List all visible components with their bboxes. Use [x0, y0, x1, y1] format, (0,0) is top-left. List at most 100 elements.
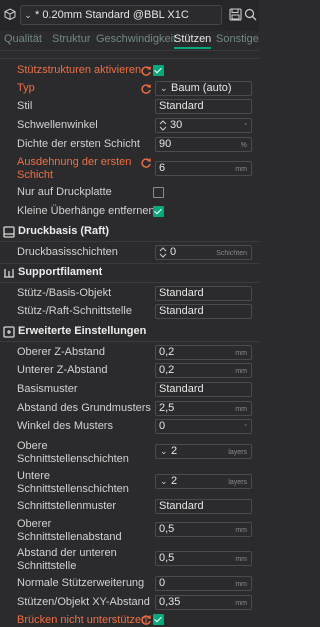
bottom-interface-spacing-input[interactable]: 0,5 mm: [155, 551, 252, 566]
top-interface-spacing-input[interactable]: 0,5 mm: [155, 522, 252, 537]
row-raft-interface: Stütz-/Raft-Schnittstelle Standard: [0, 304, 259, 319]
bottom-interface-layers-dropdown[interactable]: ⌄ 2 layers: [155, 474, 252, 489]
stepper-arrows-icon[interactable]: [159, 119, 167, 132]
first-layer-expansion-value: 6: [159, 162, 166, 174]
row-bottom-z: Unterer Z-Abstand 0,2 mm: [0, 363, 259, 378]
raft-layers-label: Druckbasisschichten: [17, 246, 118, 258]
top-z-unit: mm: [235, 350, 247, 357]
remove-small-checkbox[interactable]: [153, 206, 164, 217]
pattern-angle-label: Winkel des Musters: [17, 420, 113, 432]
chevron-down-icon: ⌄: [160, 83, 168, 93]
raft-interface-label: Stütz-/Raft-Schnittstelle: [17, 305, 132, 317]
raft-layers-value: 0: [170, 246, 177, 258]
base-object-label: Stütz-/Basis-Objekt: [17, 287, 112, 299]
top-z-label: Oberer Z-Abstand: [17, 346, 106, 358]
raft-icon: [3, 226, 15, 238]
bridge-no-support-label: Brücken nicht unterstützen: [17, 614, 148, 626]
threshold-value: 30: [170, 119, 183, 131]
base-spacing-label: Abstand des Grundmusters: [17, 402, 151, 414]
raft-layers-stepper[interactable]: 0 Schichten: [155, 245, 252, 260]
bottom-interface-layers-label: Untere Schnittstellenschichten: [17, 470, 129, 495]
reset-icon[interactable]: [140, 65, 152, 77]
row-top-interface-spacing: Oberer Schnittstellenabstand 0,5 mm: [0, 517, 259, 544]
first-layer-density-label: Dichte der ersten Schicht: [17, 138, 140, 150]
top-interface-spacing-label: Oberer Schnittstellenabstand: [17, 518, 122, 543]
first-layer-expansion-label: Ausdehnung der ersten Schicht: [17, 156, 132, 181]
reset-icon[interactable]: [140, 83, 152, 95]
tab-qualitaet[interactable]: Qualität: [4, 33, 42, 45]
row-bottom-interface-layers: Untere Schnittstellenschichten ⌄ 2 layer…: [0, 469, 259, 496]
tab-stuetzen[interactable]: Stützen: [174, 33, 212, 49]
top-interface-layers-dropdown[interactable]: ⌄ 2 layers: [155, 444, 252, 459]
bottom-interface-spacing-unit: mm: [235, 556, 247, 563]
row-top-z: Oberer Z-Abstand 0,2 mm: [0, 345, 259, 360]
threshold-label: Schwellenwinkel: [17, 119, 98, 131]
compare-icon[interactable]: [244, 8, 257, 21]
base-spacing-unit: mm: [235, 406, 247, 413]
style-dropdown[interactable]: Standard: [155, 99, 252, 114]
row-bottom-interface-spacing: Abstand der unteren Schnittstelle 0,5 mm: [0, 546, 259, 573]
top-interface-layers-unit: layers: [228, 449, 247, 456]
pattern-angle-input[interactable]: 0 °: [155, 419, 252, 434]
tab-geschwindigkeit[interactable]: Geschwindigkeit: [96, 33, 176, 45]
base-pattern-dropdown[interactable]: Standard: [155, 382, 252, 397]
base-spacing-input[interactable]: 2,5 mm: [155, 401, 252, 416]
chevron-down-icon: ⌄: [24, 9, 32, 20]
advanced-settings-icon: [3, 326, 15, 338]
row-xy-distance: Stützen/Objekt XY-Abstand 0,35 mm: [0, 595, 259, 610]
first-layer-density-input[interactable]: 90 %: [155, 137, 252, 152]
on-build-plate-checkbox[interactable]: [153, 187, 164, 198]
row-style: Stil Standard: [0, 99, 259, 114]
interface-pattern-label: Schnittstellenmuster: [17, 500, 117, 512]
base-object-dropdown[interactable]: Standard: [155, 286, 252, 301]
bottom-interface-spacing-label: Abstand der unteren Schnittstelle: [17, 547, 117, 572]
raft-interface-value: Standard: [159, 305, 204, 317]
bottom-z-value: 0,2: [159, 364, 175, 376]
top-z-value: 0,2: [159, 346, 175, 358]
normal-expansion-unit: mm: [235, 581, 247, 588]
top-interface-layers-label: Obere Schnittstellenschichten: [17, 440, 129, 465]
cube-icon: [4, 8, 16, 20]
stepper-arrows-icon[interactable]: [159, 246, 167, 259]
settings-tabs: Qualität Struktur Geschwindigkeit Stütze…: [0, 31, 259, 51]
row-remove-small: Kleine Überhänge entfernen: [0, 204, 259, 219]
preset-dropdown[interactable]: ⌄ * 0.20mm Standard @BBL X1C: [20, 5, 222, 25]
style-label: Stil: [17, 100, 33, 112]
row-pattern-angle: Winkel des Musters 0 °: [0, 419, 259, 434]
reset-icon[interactable]: [140, 157, 152, 169]
enable-support-checkbox[interactable]: [153, 65, 164, 76]
pattern-angle-unit: °: [244, 424, 247, 431]
row-first-layer-density: Dichte der ersten Schicht 90 %: [0, 137, 259, 152]
interface-pattern-dropdown[interactable]: Standard: [155, 499, 252, 514]
bridge-no-support-checkbox[interactable]: [153, 614, 164, 625]
type-dropdown[interactable]: ⌄ Baum (auto): [155, 81, 252, 96]
preset-label: * 0.20mm Standard @BBL X1C: [35, 9, 189, 21]
type-value: Baum (auto): [171, 82, 232, 94]
row-base-object: Stütz-/Basis-Objekt Standard: [0, 286, 259, 301]
bottom-interface-layers-value: 2: [171, 475, 178, 487]
threshold-stepper[interactable]: 30 °: [155, 118, 252, 133]
first-layer-expansion-unit: mm: [235, 166, 247, 173]
bottom-z-input[interactable]: 0,2 mm: [155, 363, 252, 378]
row-top-interface-layers: Obere Schnittstellenschichten ⌄ 2 layers: [0, 439, 259, 466]
chevron-down-icon: ⌄: [160, 446, 168, 456]
bottom-interface-layers-unit: layers: [228, 479, 247, 486]
base-pattern-label: Basismuster: [17, 383, 78, 395]
reset-icon[interactable]: [140, 614, 152, 626]
top-z-input[interactable]: 0,2 mm: [155, 345, 252, 360]
raft-interface-dropdown[interactable]: Standard: [155, 304, 252, 319]
save-icon[interactable]: [229, 8, 242, 21]
filament-title: Supportfilament: [18, 266, 103, 278]
normal-expansion-value: 0: [159, 577, 166, 589]
row-interface-pattern: Schnittstellenmuster Standard: [0, 499, 259, 514]
section-support-header: [0, 51, 259, 59]
section-filament: Supportfilament: [0, 263, 259, 283]
row-first-layer-expansion: Ausdehnung der ersten Schicht 6 mm: [0, 155, 259, 182]
tab-struktur[interactable]: Struktur: [52, 33, 91, 45]
normal-expansion-input[interactable]: 0 mm: [155, 576, 252, 591]
first-layer-density-value: 90: [159, 138, 172, 150]
first-layer-expansion-input[interactable]: 6 mm: [155, 161, 252, 176]
enable-support-label: Stützstrukturen aktivieren: [17, 64, 142, 76]
tab-sonstiges[interactable]: Sonstiges: [216, 33, 259, 45]
xy-distance-input[interactable]: 0,35 mm: [155, 595, 252, 610]
